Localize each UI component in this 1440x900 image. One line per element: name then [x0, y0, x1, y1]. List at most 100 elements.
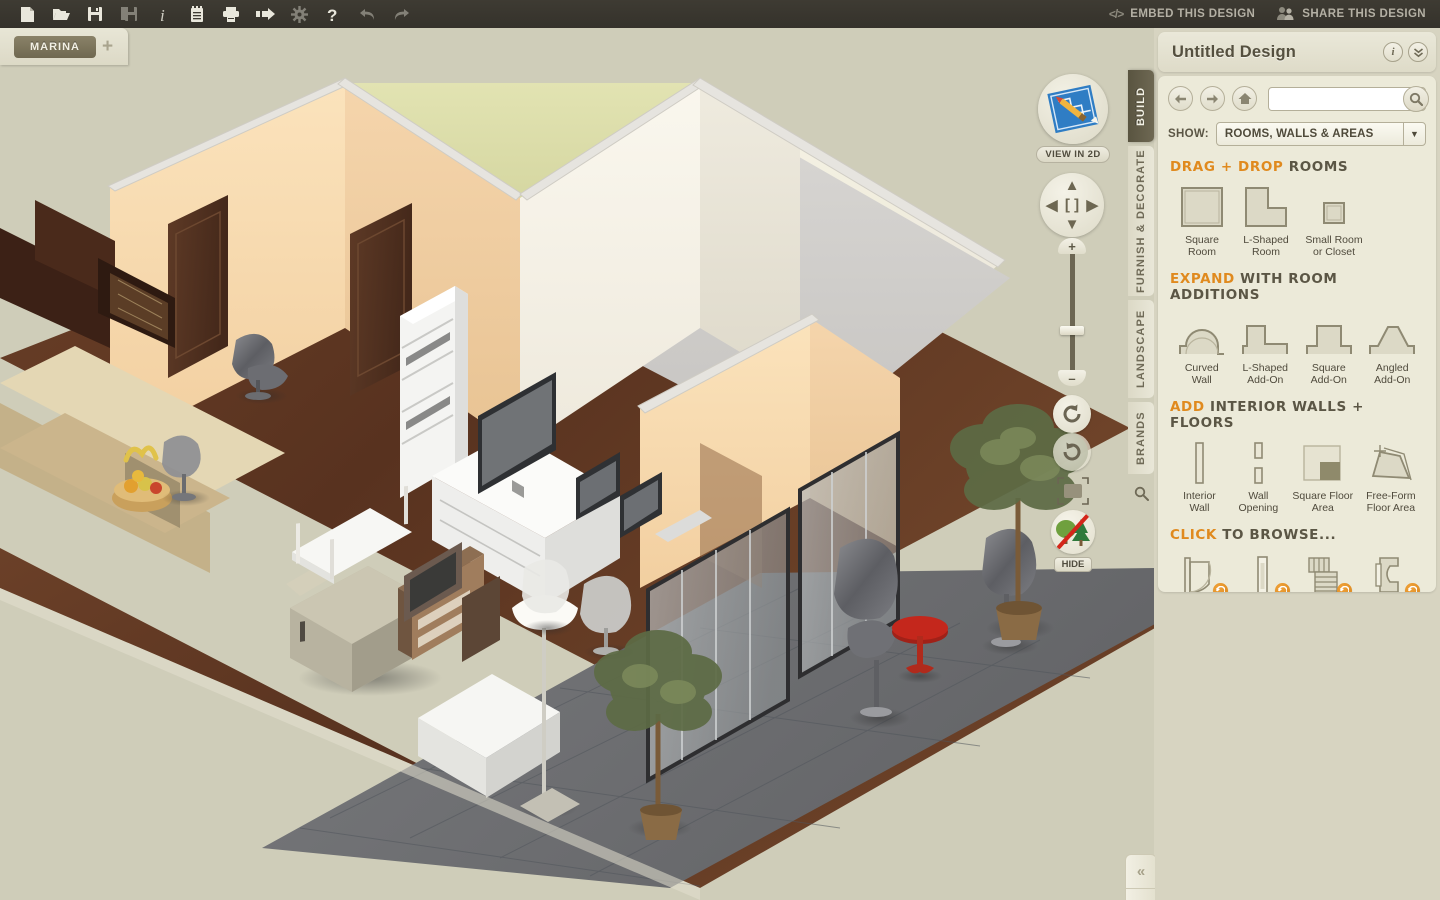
- zoom-slider-handle[interactable]: [1060, 326, 1084, 335]
- tile-label: Square Room: [1185, 234, 1219, 258]
- tile-doors[interactable]: Doors: [1170, 550, 1232, 592]
- tile-label: Interior Wall: [1183, 490, 1216, 514]
- show-filter-label: SHOW:: [1168, 128, 1209, 140]
- tile-l-shaped-room[interactable]: L-Shaped Room: [1234, 182, 1298, 258]
- free-form-floor-icon: [1358, 438, 1424, 486]
- pan-center-reset[interactable]: [ ]: [1065, 197, 1079, 214]
- zoom-slider-track[interactable]: [1070, 246, 1075, 380]
- rotate-ccw-icon: [1063, 404, 1081, 423]
- add-tab-button[interactable]: +: [102, 37, 113, 56]
- zoom-slider[interactable]: + –: [1058, 238, 1086, 386]
- square-floor-area-icon: [1288, 438, 1358, 486]
- show-filter-select[interactable]: ROOMS, WALLS & AREAS ▼: [1215, 122, 1426, 146]
- search-submit-button[interactable]: [1403, 85, 1429, 112]
- nav-forward-button[interactable]: [1200, 86, 1225, 111]
- section-accent: CLICK: [1170, 527, 1217, 543]
- section-interior-walls-floors: ADD INTERIOR WALLS + FLOORS Interior Wal…: [1158, 386, 1436, 514]
- view-in-2d-button[interactable]: VIEW IN 2D: [1036, 74, 1110, 163]
- sidebar-search-icon[interactable]: [1128, 478, 1154, 508]
- document-tab-strip: MARINA +: [0, 28, 128, 65]
- tile-label: L-Shaped Room: [1243, 234, 1289, 258]
- help-icon[interactable]: ?: [316, 1, 350, 27]
- camera-frame-button[interactable]: [1056, 476, 1090, 506]
- pan-dpad[interactable]: ▲ ▼ ◀ ▶ [ ]: [1040, 173, 1104, 237]
- share-design-link[interactable]: SHARE THIS DESIGN: [1277, 6, 1426, 23]
- tile-label: L-Shaped Add-On: [1242, 362, 1289, 386]
- notepad-icon[interactable]: [180, 1, 214, 27]
- panel-expand-button[interactable]: [1408, 42, 1428, 62]
- small-room-icon: [1298, 182, 1370, 230]
- document-tab-marina[interactable]: MARINA: [14, 35, 96, 58]
- new-file-icon[interactable]: [10, 1, 44, 27]
- tile-square-floor-area[interactable]: Square Floor Area: [1288, 438, 1358, 514]
- window-icon: [1232, 550, 1294, 592]
- save-as-icon[interactable]: [112, 1, 146, 27]
- stairs-icon: [1294, 550, 1356, 592]
- sidebar-item-brands[interactable]: BRANDS: [1128, 402, 1154, 474]
- tile-label: Square Add-On: [1310, 362, 1347, 386]
- rotate-cw-icon: [1063, 442, 1081, 461]
- rotate-counterclockwise-button[interactable]: [1053, 395, 1091, 433]
- tile-wall-opening[interactable]: Wall Opening: [1229, 438, 1288, 514]
- tile-square-addon[interactable]: Square Add-On: [1297, 310, 1361, 386]
- pan-left-arrow[interactable]: ◀: [1046, 196, 1058, 214]
- section-accent: DRAG + DROP: [1170, 159, 1284, 175]
- gear-icon[interactable]: [282, 1, 316, 27]
- collapse-right-button[interactable]: »: [1125, 888, 1155, 900]
- pan-up-arrow[interactable]: ▲: [1065, 177, 1080, 194]
- tiles-rooms: Square Room L-Shaped Room Small Room or …: [1170, 182, 1424, 258]
- embed-design-link[interactable]: </> EMBED THIS DESIGN: [1109, 7, 1255, 21]
- tile-free-form-floor-area[interactable]: Free-Form Floor Area: [1358, 438, 1424, 514]
- sidebar-item-landscape[interactable]: LANDSCAPE: [1128, 300, 1154, 398]
- design-info-button[interactable]: i: [1383, 42, 1403, 62]
- panel-search-wrap: [1268, 85, 1429, 112]
- rotate-clockwise-button[interactable]: [1053, 433, 1091, 471]
- print-icon[interactable]: [214, 1, 248, 27]
- hide-disc: [1051, 510, 1095, 554]
- tile-interior-wall[interactable]: Interior Wall: [1170, 438, 1229, 514]
- tile-angled-addon[interactable]: Angled Add-On: [1361, 310, 1425, 386]
- hide-plants-button[interactable]: HIDE: [1050, 510, 1096, 572]
- tile-label: Free-Form Floor Area: [1366, 490, 1416, 514]
- nav-back-button[interactable]: [1168, 86, 1193, 111]
- export-icon[interactable]: [248, 1, 282, 27]
- frame-view-icon: [1057, 477, 1089, 505]
- browse-badge: [1337, 583, 1353, 592]
- l-shaped-addon-icon: [1234, 310, 1298, 358]
- tile-stairs[interactable]: Stairs: [1294, 550, 1356, 592]
- zoom-in-button[interactable]: +: [1058, 238, 1086, 254]
- nav-home-button[interactable]: [1232, 86, 1257, 111]
- tile-windows[interactable]: Windows: [1232, 550, 1294, 592]
- tile-square-room[interactable]: Square Room: [1170, 182, 1234, 258]
- open-folder-icon[interactable]: [44, 1, 78, 27]
- tile-label: Square Floor Area: [1292, 490, 1354, 514]
- sidebar-item-build[interactable]: BUILD: [1128, 70, 1154, 142]
- show-filter-value: ROOMS, WALLS & AREAS: [1224, 128, 1374, 140]
- hide-trees-icon: [1056, 513, 1090, 549]
- section-rest: ROOMS: [1283, 159, 1349, 175]
- undo-icon[interactable]: [350, 1, 384, 27]
- pan-right-arrow[interactable]: ▶: [1086, 196, 1098, 214]
- panel-title-actions: i: [1383, 42, 1428, 62]
- design-viewport-3d[interactable]: VIEW IN 2D ▲ ▼ ◀ ▶ [ ] + – HIDE «: [0, 28, 1155, 900]
- zoom-out-button[interactable]: –: [1058, 370, 1086, 386]
- tile-curved-wall[interactable]: Curved Wall: [1170, 310, 1234, 386]
- tile-l-shaped-addon[interactable]: L-Shaped Add-On: [1234, 310, 1298, 386]
- tiles-interior: Interior Wall Wall Opening Square Floor …: [1170, 438, 1424, 514]
- door-icon: [1170, 550, 1232, 592]
- tile-small-room-closet[interactable]: Small Room or Closet: [1298, 182, 1370, 258]
- panel-body: SHOW: ROOMS, WALLS & AREAS ▼ DRAG + DROP…: [1158, 76, 1436, 592]
- fireplace-icon: [1356, 550, 1424, 592]
- browse-badge: [1213, 583, 1229, 592]
- redo-icon[interactable]: [384, 1, 418, 27]
- share-people-icon: [1277, 6, 1295, 23]
- sidebar-item-furnish-decorate[interactable]: FURNISH & DECORATE: [1128, 146, 1154, 296]
- l-shaped-room-icon: [1234, 182, 1298, 230]
- pan-down-arrow[interactable]: ▼: [1065, 216, 1080, 233]
- collapse-left-button[interactable]: «: [1125, 854, 1155, 888]
- search-icon: [1409, 92, 1423, 106]
- section-room-additions: EXPAND WITH ROOM ADDITIONS Curved Wall L…: [1158, 258, 1436, 386]
- tile-fireplaces[interactable]: Fireplaces: [1356, 550, 1424, 592]
- save-icon[interactable]: [78, 1, 112, 27]
- info-icon[interactable]: i: [146, 1, 180, 27]
